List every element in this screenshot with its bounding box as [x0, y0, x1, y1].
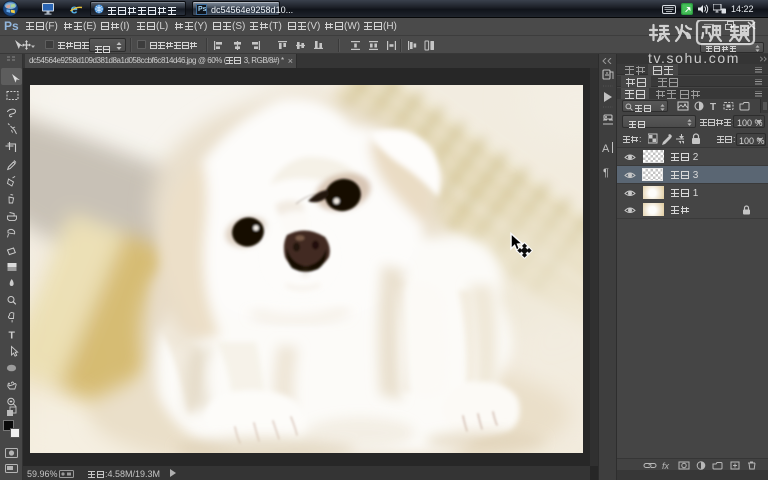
svg-text:T: T: [9, 330, 16, 342]
svg-text:A: A: [602, 143, 610, 155]
svg-text:tv.sohu.com: tv.sohu.com: [648, 50, 740, 66]
svg-text:¶: ¶: [603, 167, 609, 179]
svg-text:T: T: [710, 102, 716, 111]
svg-text:fx: fx: [662, 461, 670, 470]
